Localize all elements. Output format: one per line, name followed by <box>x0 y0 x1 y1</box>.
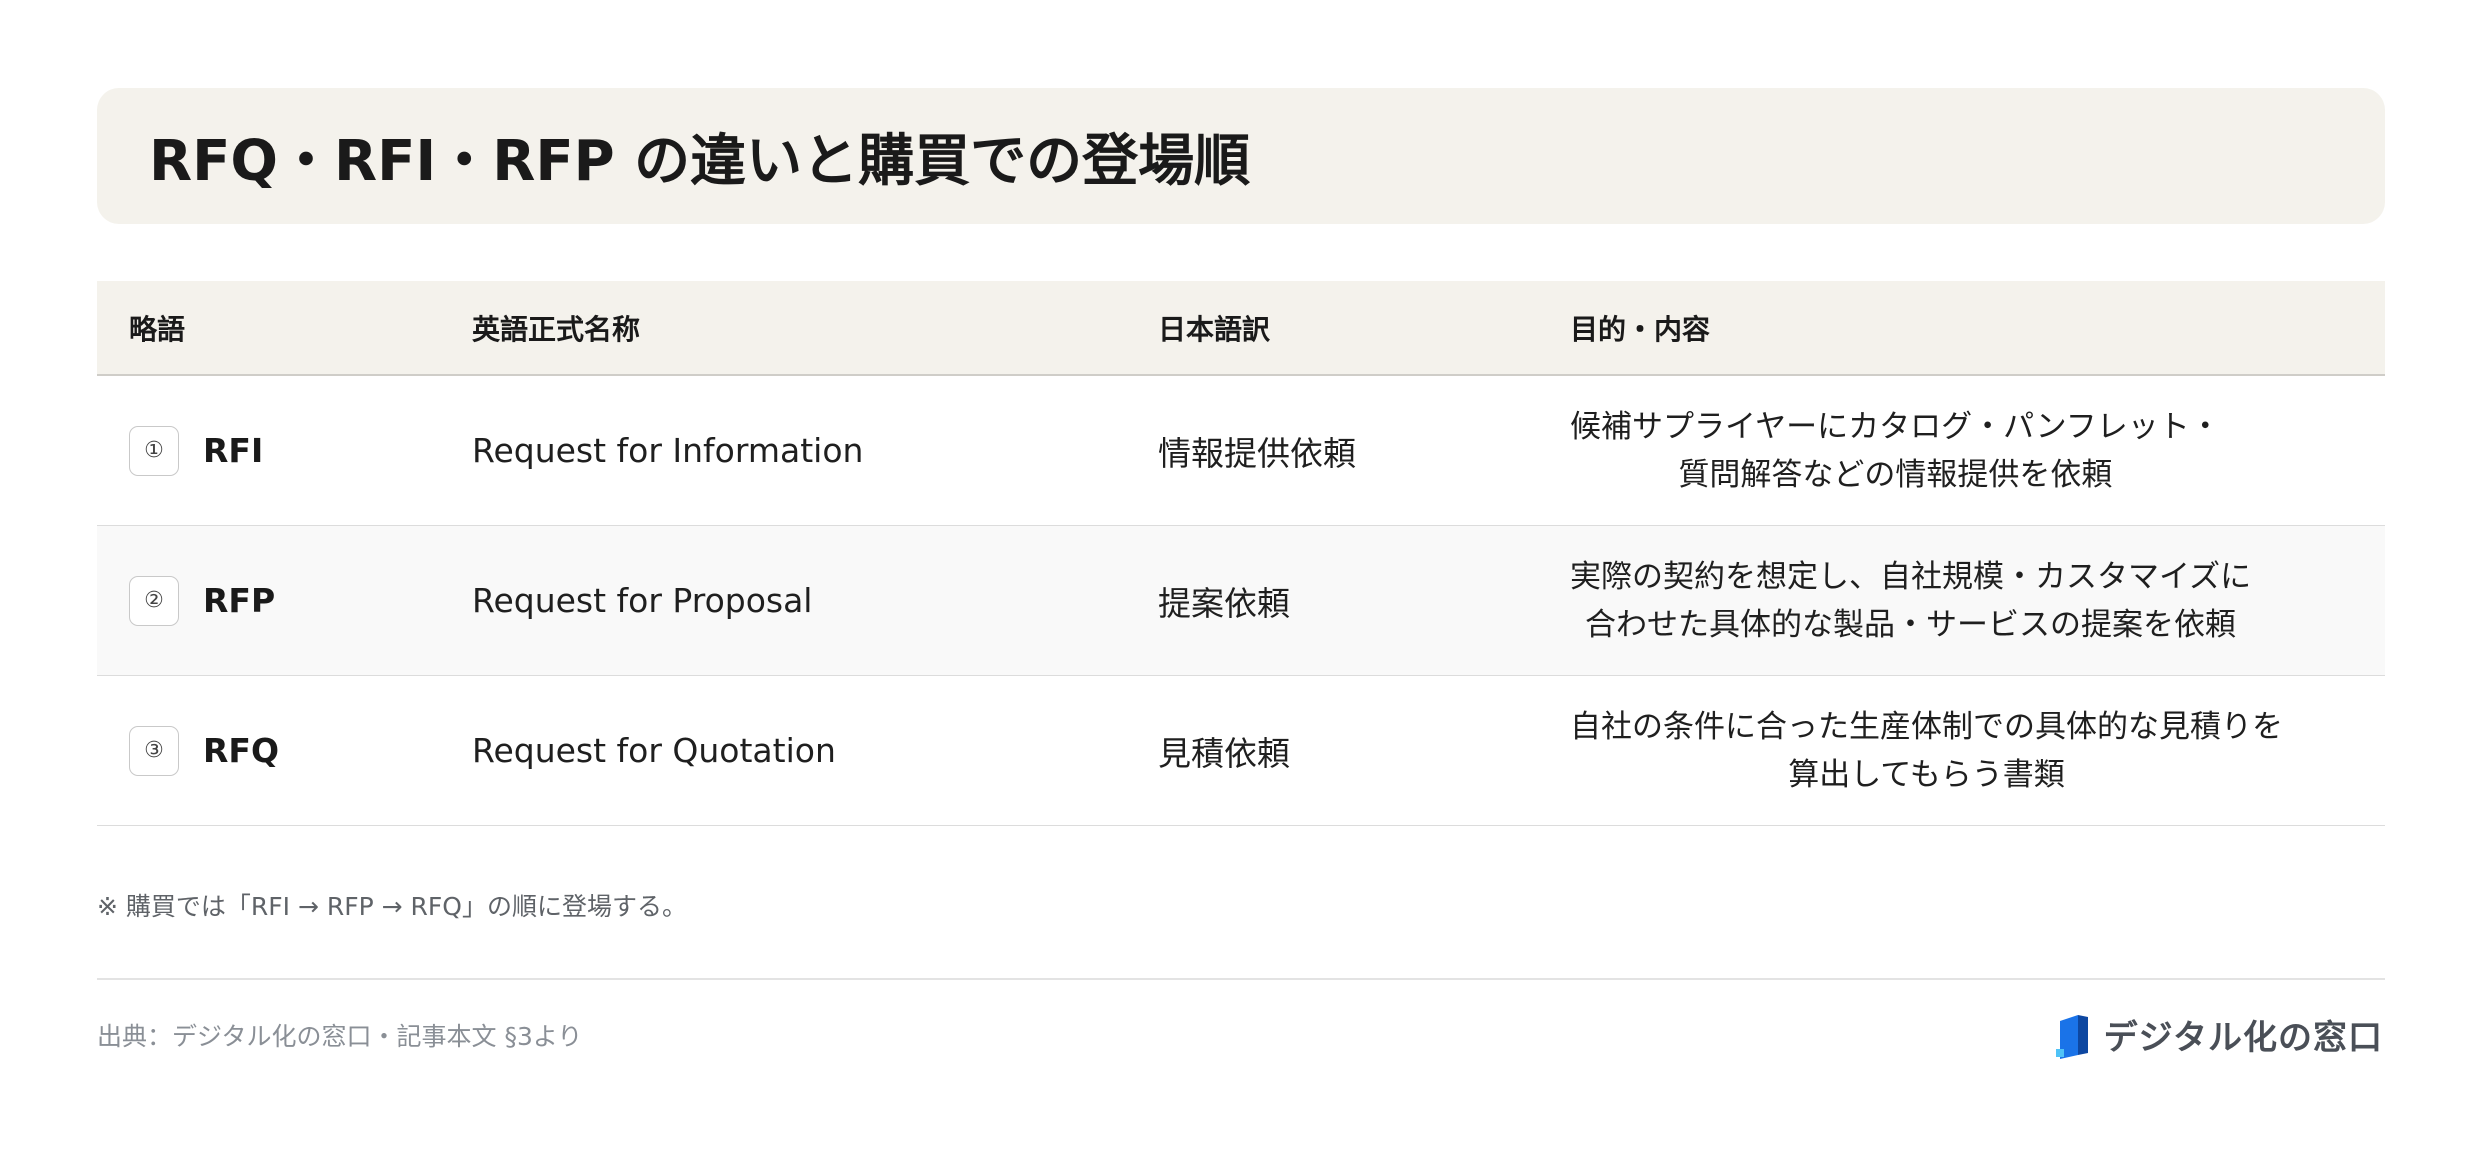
purpose-line: 質問解答などの情報提供を依頼 <box>1678 456 2113 493</box>
purpose-cell: 候補サプライヤーにカタログ・パンフレット・ 質問解答などの情報提供を依頼 <box>1570 376 2221 525</box>
purpose-line: 算出してもらう書類 <box>1788 756 2065 793</box>
header-abbreviation: 略語 <box>129 312 186 346</box>
japanese-translation: 見積依頼 <box>1158 733 1290 773</box>
purpose-cell: 実際の契約を想定し、自社規模・カスタマイズに 合わせた具体的な製品・サービスの提… <box>1570 526 2251 675</box>
title-banner: RFQ・RFI・RFP の違いと購買での登場順 <box>97 88 2385 224</box>
english-name: Request for Information <box>472 431 864 470</box>
purpose-line: 合わせた具体的な製品・サービスの提案を依頼 <box>1585 606 2237 643</box>
table-row: ① RFI Request for Information 情報提供依頼 候補サ… <box>97 376 2385 526</box>
header-english-name: 英語正式名称 <box>472 312 641 346</box>
brand-name: デジタル化の窓口 <box>2103 1018 2383 1058</box>
footnote: ※ 購買では「RFI → RFP → RFQ」の順に登場する。 <box>97 892 687 921</box>
english-name: Request for Quotation <box>472 731 836 770</box>
purpose-line: 自社の条件に合った生産体制での具体的な見積りを <box>1570 708 2283 745</box>
abbr-cell: ③ RFQ <box>129 676 279 825</box>
purpose-line: 実際の契約を想定し、自社規模・カスタマイズに <box>1570 558 2252 595</box>
purpose-line: 候補サプライヤーにカタログ・パンフレット・ <box>1570 408 2221 445</box>
number-badge: ③ <box>129 725 179 776</box>
number-badge: ② <box>129 575 179 626</box>
divider <box>97 978 2385 980</box>
japanese-translation: 情報提供依頼 <box>1158 433 1356 473</box>
table-row: ③ RFQ Request for Quotation 見積依頼 自社の条件に合… <box>97 676 2385 826</box>
english-name: Request for Proposal <box>472 581 813 620</box>
source-credit: 出典：デジタル化の窓口・記事本文 §3より <box>97 1022 583 1051</box>
japanese-translation: 提案依頼 <box>1158 583 1290 623</box>
header-japanese-translation: 日本語訳 <box>1158 312 1271 346</box>
number-badge: ① <box>129 425 179 476</box>
page-title: RFQ・RFI・RFP の違いと購買での登場順 <box>149 128 1251 194</box>
purpose-cell: 自社の条件に合った生産体制での具体的な見積りを 算出してもらう書類 <box>1570 676 2283 825</box>
abbr-cell: ② RFP <box>129 526 275 675</box>
abbreviation: RFI <box>203 431 264 470</box>
book-icon <box>2054 1011 2094 1059</box>
abbreviation: RFP <box>203 581 276 620</box>
comparison-table: 略語 英語正式名称 日本語訳 目的・内容 ① RFI Request for I… <box>97 281 2385 826</box>
header-purpose: 目的・内容 <box>1570 312 1711 346</box>
table-row: ② RFP Request for Proposal 提案依頼 実際の契約を想定… <box>97 526 2385 676</box>
abbr-cell: ① RFI <box>129 376 263 525</box>
table-header: 略語 英語正式名称 日本語訳 目的・内容 <box>97 281 2385 376</box>
abbreviation: RFQ <box>203 731 280 770</box>
brand-logo: デジタル化の窓口 <box>2054 1010 2383 1059</box>
